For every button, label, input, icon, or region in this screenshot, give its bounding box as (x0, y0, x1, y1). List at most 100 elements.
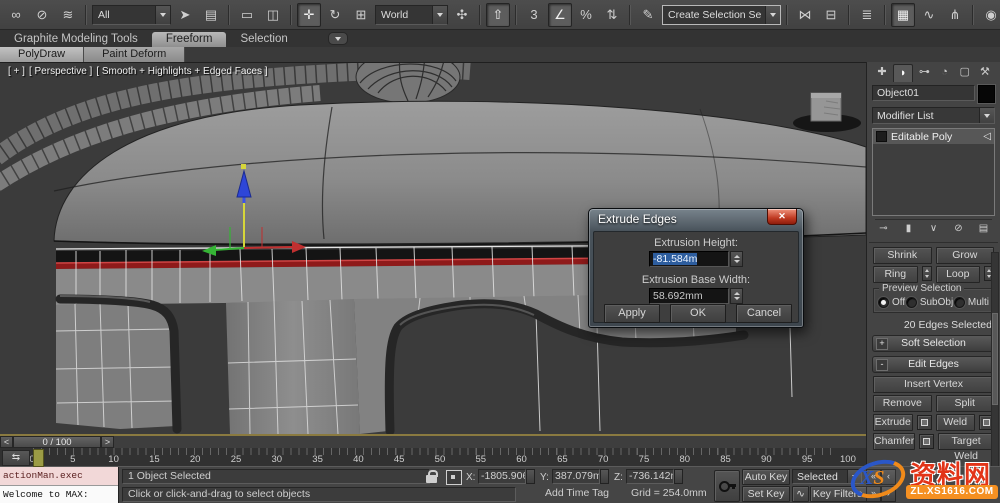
edit-named-selection-sets-icon[interactable]: ✎ (636, 3, 660, 27)
split-button[interactable]: Split (935, 395, 994, 412)
motion-tab-icon[interactable]: ◔ (936, 64, 954, 81)
extrude-edges-dialog[interactable]: Extrude Edges ✕ Extrusion Height: -81.58… (588, 208, 804, 328)
select-and-move-icon[interactable]: ✛ (297, 2, 321, 27)
graphite-ribbon-toggle-icon[interactable]: ▦ (891, 2, 915, 27)
selection-filter-dropdown[interactable]: All (92, 4, 171, 25)
snaps-toggle-icon[interactable]: 3 (522, 3, 546, 27)
select-and-link-icon[interactable]: ∞ (4, 3, 28, 27)
cancel-button[interactable]: Cancel (736, 304, 792, 323)
next-frame-button[interactable]: > (101, 436, 114, 448)
open-mini-curve-editor-button[interactable]: ⇆ (2, 450, 30, 466)
make-unique-icon[interactable]: ∨ (925, 222, 942, 236)
use-pivot-point-center-icon[interactable]: ✣ (450, 3, 474, 27)
stack-item-editable-poly[interactable]: Editable Poly ◁ (873, 129, 994, 144)
edit-edges-rollout-header[interactable]: - Edit Edges (872, 356, 995, 373)
apply-button[interactable]: Apply (604, 304, 660, 323)
track-bar[interactable]: 0 5 10 15 20 25 30 35 40 45 50 55 60 65 70 75 80 85 … (0, 448, 866, 467)
previous-frame-button[interactable]: < (0, 436, 13, 448)
ribbon-minimize-icon[interactable] (327, 32, 348, 45)
preview-multi-radio[interactable]: Multi (953, 297, 989, 308)
auto-key-button[interactable]: Auto Key (742, 469, 790, 485)
subtab-paint-deform[interactable]: Paint Deform (84, 47, 186, 62)
viewport-menu-view[interactable]: [ Perspective ] (29, 66, 92, 77)
x-coord-field[interactable]: -1805.906 (478, 469, 526, 484)
select-and-scale-icon[interactable]: ⊞ (349, 3, 373, 27)
listener-macro-line[interactable]: actionMan.exec (0, 467, 118, 486)
chamfer-button[interactable]: Chamfer (873, 433, 916, 450)
soft-selection-rollout-header[interactable]: + Soft Selection (872, 335, 995, 352)
current-frame-marker[interactable] (33, 449, 44, 467)
select-object-icon[interactable]: ➤ (173, 3, 197, 27)
unlink-selection-icon[interactable]: ⊘ (30, 3, 54, 27)
schematic-view-icon[interactable]: ⋔ (943, 3, 967, 27)
loop-button[interactable]: Loop (935, 266, 980, 283)
align-icon[interactable]: ⊟ (819, 3, 843, 27)
z-coord-spinner[interactable] (674, 469, 683, 484)
x-coord-spinner[interactable] (526, 469, 535, 484)
preview-off-radio[interactable]: Off (878, 297, 905, 308)
subtab-polydraw[interactable]: PolyDraw (0, 47, 85, 62)
modifier-list-dropdown[interactable]: Modifier List (872, 107, 995, 124)
z-coord-field[interactable]: -736.142m (626, 469, 674, 484)
configure-modifier-sets-icon[interactable]: ▤ (975, 222, 992, 236)
extrude-settings-button[interactable] (916, 415, 932, 430)
object-name-field[interactable]: Object01 (872, 85, 975, 101)
spinner-snap-toggle-icon[interactable]: ⇅ (600, 3, 624, 27)
layer-manager-icon[interactable]: ≣ (855, 3, 879, 27)
chevron-down-icon[interactable] (765, 5, 780, 24)
maxscript-mini-listener[interactable]: actionMan.exec Welcome to MAX: (0, 467, 119, 503)
viewport-menu-plus[interactable]: [ + ] (8, 66, 25, 77)
set-keys-button[interactable] (714, 470, 740, 502)
add-time-tag-button[interactable]: Add Time Tag (540, 487, 620, 500)
default-tangent-button[interactable]: ∿ (792, 486, 809, 502)
extrude-button[interactable]: Extrude (873, 414, 913, 431)
set-key-button[interactable]: Set Key (742, 486, 790, 502)
remove-button[interactable]: Remove (873, 395, 932, 412)
object-color-swatch[interactable] (978, 85, 995, 103)
chevron-down-icon[interactable] (155, 5, 170, 24)
y-coord-field[interactable]: 387.079mm (552, 469, 600, 484)
utilities-tab-icon[interactable]: ⚒ (976, 64, 994, 81)
rollout-collapse-icon[interactable]: - (876, 359, 888, 371)
tab-graphite-modeling-tools[interactable]: Graphite Modeling Tools (0, 32, 152, 47)
remove-modifier-icon[interactable]: ⊘ (950, 222, 967, 236)
ring-spinner[interactable] (921, 266, 932, 281)
extrusion-height-spinner[interactable] (730, 251, 743, 267)
select-by-name-icon[interactable]: ▤ (199, 3, 223, 27)
display-tab-icon[interactable]: ▢ (956, 64, 974, 81)
tab-freeform[interactable]: Freeform (151, 32, 227, 47)
keyboard-shortcut-override-icon[interactable]: ⇧ (486, 2, 510, 27)
scrollbar-thumb[interactable] (992, 313, 998, 405)
modify-tab-icon[interactable]: ◗ (893, 64, 914, 82)
chevron-down-icon[interactable] (979, 108, 994, 123)
rollout-expand-icon[interactable]: + (876, 338, 888, 350)
viewport-menu-shading[interactable]: [ Smooth + Highlights + Edged Faces ] (96, 66, 267, 77)
named-selection-dropdown[interactable]: Create Selection Se (662, 4, 781, 25)
chevron-down-icon[interactable] (432, 5, 447, 24)
insert-vertex-button[interactable]: Insert Vertex (873, 376, 994, 393)
reference-coordinate-dropdown[interactable]: World (375, 4, 448, 25)
extrusion-base-width-spinner[interactable] (730, 288, 743, 304)
y-coord-spinner[interactable] (600, 469, 609, 484)
window-crossing-toggle-icon[interactable]: ◫ (261, 3, 285, 27)
rectangular-selection-region-icon[interactable]: ▭ (235, 3, 259, 27)
absolute-mode-toggle-icon[interactable] (446, 470, 462, 485)
selection-lock-toggle-icon[interactable] (424, 470, 440, 484)
angle-snap-toggle-icon[interactable]: ∠ (548, 2, 572, 27)
subobject-expand-icon[interactable] (876, 131, 887, 142)
weld-button[interactable]: Weld (935, 414, 975, 431)
hierarchy-tab-icon[interactable]: ⊶ (915, 64, 933, 81)
listener-script-line[interactable]: Welcome to MAX: (0, 486, 118, 503)
tab-selection[interactable]: Selection (226, 32, 301, 47)
extrusion-height-field[interactable]: -81.584m (649, 251, 729, 267)
ring-button[interactable]: Ring (873, 266, 918, 283)
preview-subobj-radio[interactable]: SubObj (905, 297, 953, 308)
show-end-result-icon[interactable]: ▮ (900, 222, 917, 236)
curve-editor-icon[interactable]: ∿ (917, 3, 941, 27)
create-tab-icon[interactable]: ✚ (873, 64, 891, 81)
modifier-stack[interactable]: Editable Poly ◁ (872, 128, 995, 216)
mirror-icon[interactable]: ⋈ (793, 3, 817, 27)
grow-button[interactable]: Grow (935, 247, 994, 264)
bind-to-space-warp-icon[interactable]: ≋ (56, 3, 80, 27)
material-editor-icon[interactable]: ◉ (979, 3, 1000, 27)
